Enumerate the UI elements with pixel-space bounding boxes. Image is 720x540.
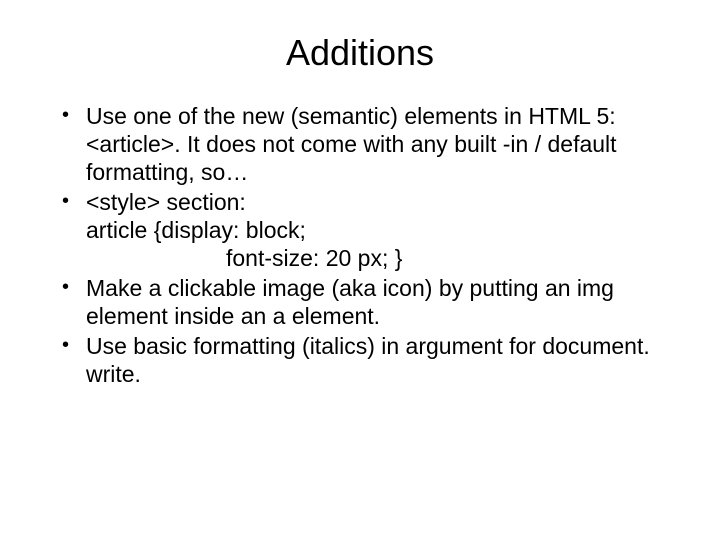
bullet-text: Use one of the new (semantic) elements i… (86, 103, 617, 185)
bullet-text: <style> section: (86, 188, 672, 216)
bullet-item: Use basic formatting (italics) in argume… (56, 332, 672, 388)
bullet-text: font-size: 20 px; } (86, 244, 672, 272)
slide-title: Additions (48, 32, 672, 74)
bullet-text: Make a clickable image (aka icon) by put… (86, 275, 614, 329)
bullet-item: <style> section: article {display: block… (56, 188, 672, 272)
bullet-list: Use one of the new (semantic) elements i… (56, 102, 672, 388)
bullet-item: Use one of the new (semantic) elements i… (56, 102, 672, 186)
slide: Additions Use one of the new (semantic) … (0, 0, 720, 540)
bullet-text: Use basic formatting (italics) in argume… (86, 333, 650, 387)
bullet-item: Make a clickable image (aka icon) by put… (56, 274, 672, 330)
bullet-text: article {display: block; (86, 216, 672, 244)
